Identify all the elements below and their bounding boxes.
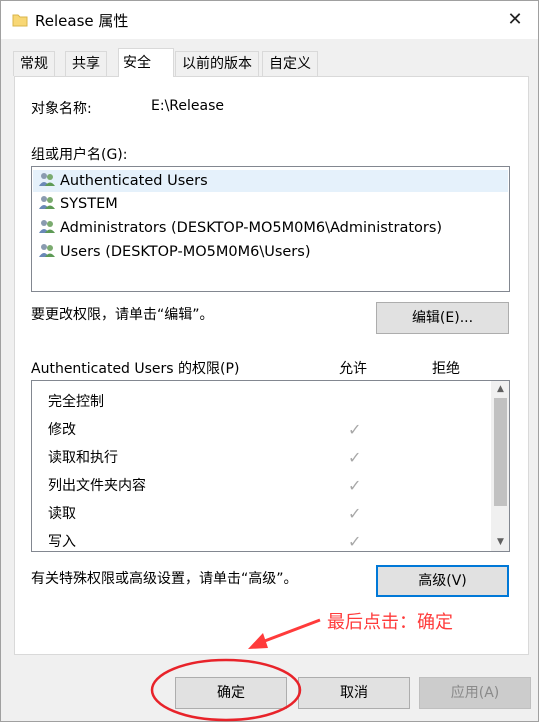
annotation-arrow-head bbox=[248, 633, 268, 649]
annotation-arrow-line bbox=[261, 618, 321, 644]
tab-label: 安全 bbox=[123, 55, 151, 71]
annotation-overlay bbox=[150, 618, 321, 722]
annotation-circle bbox=[150, 658, 302, 722]
tab-security[interactable]: 安全 bbox=[118, 48, 174, 77]
